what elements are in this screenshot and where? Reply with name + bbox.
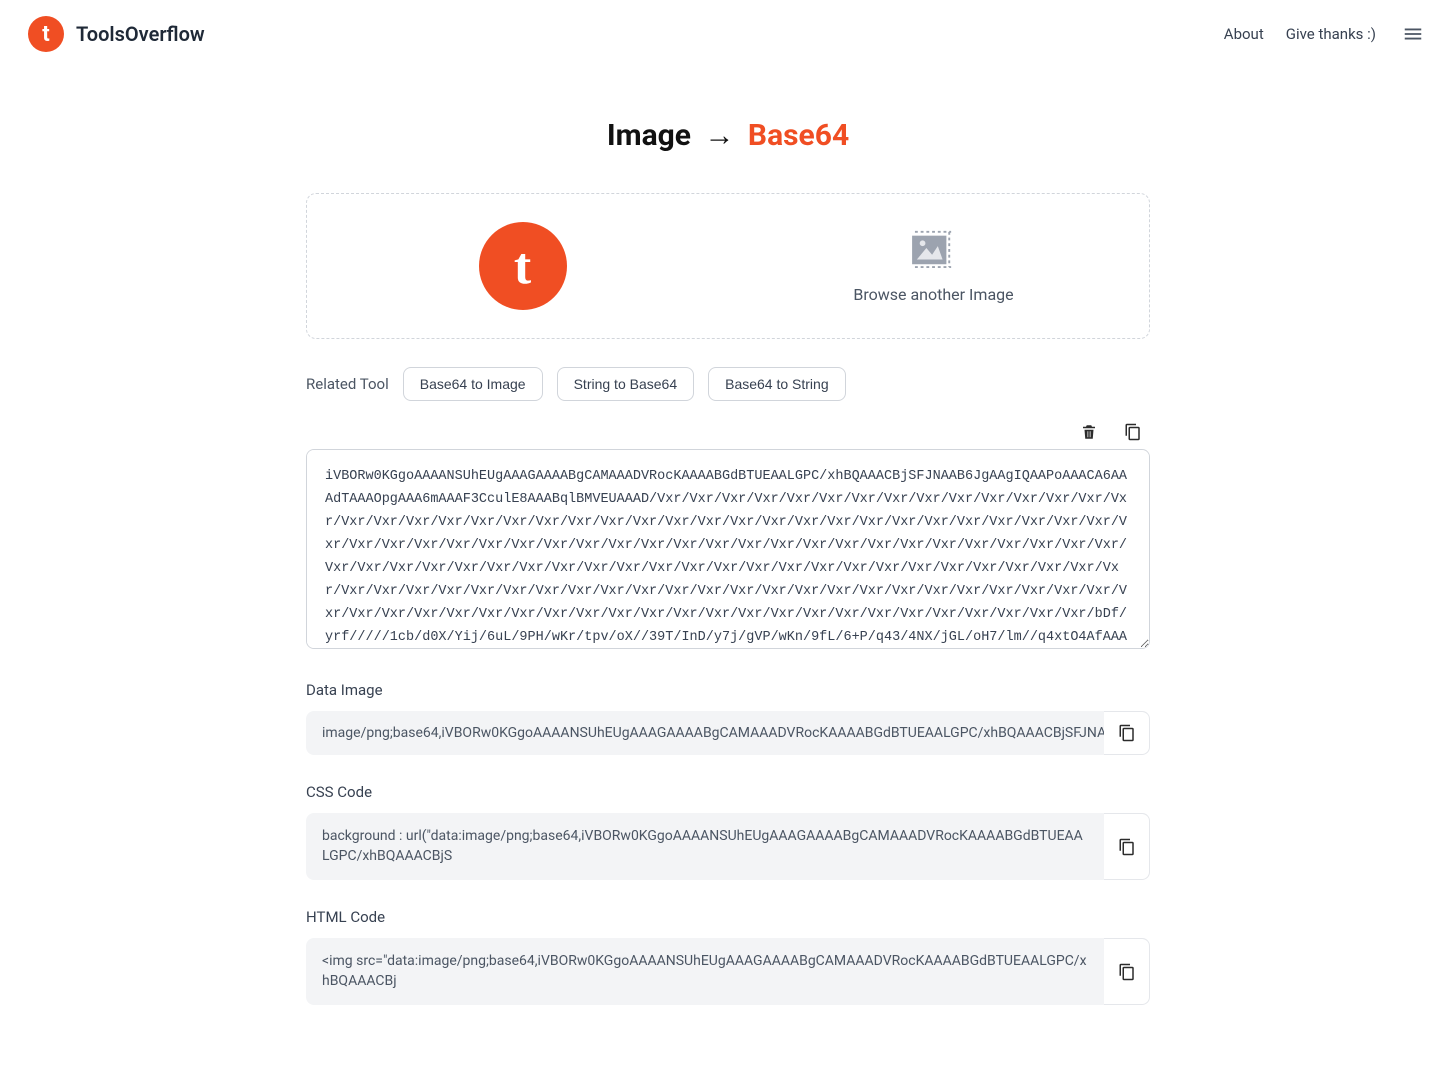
base64-output-wrap <box>306 449 1150 653</box>
upload-area: t Browse another Image <box>306 193 1150 339</box>
preview-logo-icon: t <box>479 222 567 310</box>
copy-icon <box>1118 838 1136 856</box>
main: Image → Base64 t Browse another Image Re… <box>278 68 1178 1065</box>
copy-icon <box>1124 423 1142 441</box>
related-base64-to-image[interactable]: Base64 to Image <box>403 367 543 401</box>
header: t ToolsOverflow About Give thanks :) <box>0 0 1456 68</box>
section-data-image: Data Image image/png;base64,iVBORw0KGgoA… <box>306 681 1150 755</box>
html-code-label: HTML Code <box>306 908 1150 926</box>
related-tools: Related Tool Base64 to Image String to B… <box>306 367 1150 401</box>
section-html-code: HTML Code <img src="data:image/png;base6… <box>306 908 1150 1005</box>
brand-name: ToolsOverflow <box>76 22 205 46</box>
copy-data-image-button[interactable] <box>1104 711 1150 755</box>
copy-output-button[interactable] <box>1120 419 1146 445</box>
image-preview: t <box>327 222 718 310</box>
html-code-value[interactable]: <img src="data:image/png;base64,iVBORw0K… <box>306 938 1104 1005</box>
copy-icon <box>1118 724 1136 742</box>
browse-label: Browse another Image <box>853 285 1013 304</box>
section-css-code: CSS Code background : url("data:image/pn… <box>306 783 1150 880</box>
base64-output[interactable] <box>306 449 1150 649</box>
copy-html-button[interactable] <box>1104 938 1150 1005</box>
menu-button[interactable] <box>1398 19 1428 49</box>
brand-logo-icon: t <box>28 16 64 52</box>
brand[interactable]: t ToolsOverflow <box>28 16 205 52</box>
output-toolbar <box>306 419 1150 445</box>
browse-another-button[interactable]: Browse another Image <box>738 229 1129 304</box>
copy-icon <box>1118 963 1136 981</box>
css-code-value[interactable]: background : url("data:image/png;base64,… <box>306 813 1104 880</box>
clear-button[interactable] <box>1076 419 1102 445</box>
title-right: Base64 <box>748 118 849 153</box>
hamburger-icon <box>1402 23 1424 45</box>
css-code-label: CSS Code <box>306 783 1150 801</box>
trash-icon <box>1080 423 1098 441</box>
data-image-label: Data Image <box>306 681 1150 699</box>
related-label: Related Tool <box>306 375 389 393</box>
data-image-value[interactable]: image/png;base64,iVBORw0KGgoAAAANSUhEUgA… <box>306 711 1104 755</box>
related-string-to-base64[interactable]: String to Base64 <box>557 367 695 401</box>
title-left: Image <box>607 118 691 153</box>
top-nav: About Give thanks :) <box>1224 19 1428 49</box>
copy-css-button[interactable] <box>1104 813 1150 880</box>
nav-thanks[interactable]: Give thanks :) <box>1286 25 1376 43</box>
page-title: Image → Base64 <box>306 118 1150 153</box>
image-placeholder-icon <box>911 229 957 269</box>
arrow-icon: → <box>704 118 734 153</box>
nav-about[interactable]: About <box>1224 25 1264 43</box>
related-base64-to-string[interactable]: Base64 to String <box>708 367 846 401</box>
